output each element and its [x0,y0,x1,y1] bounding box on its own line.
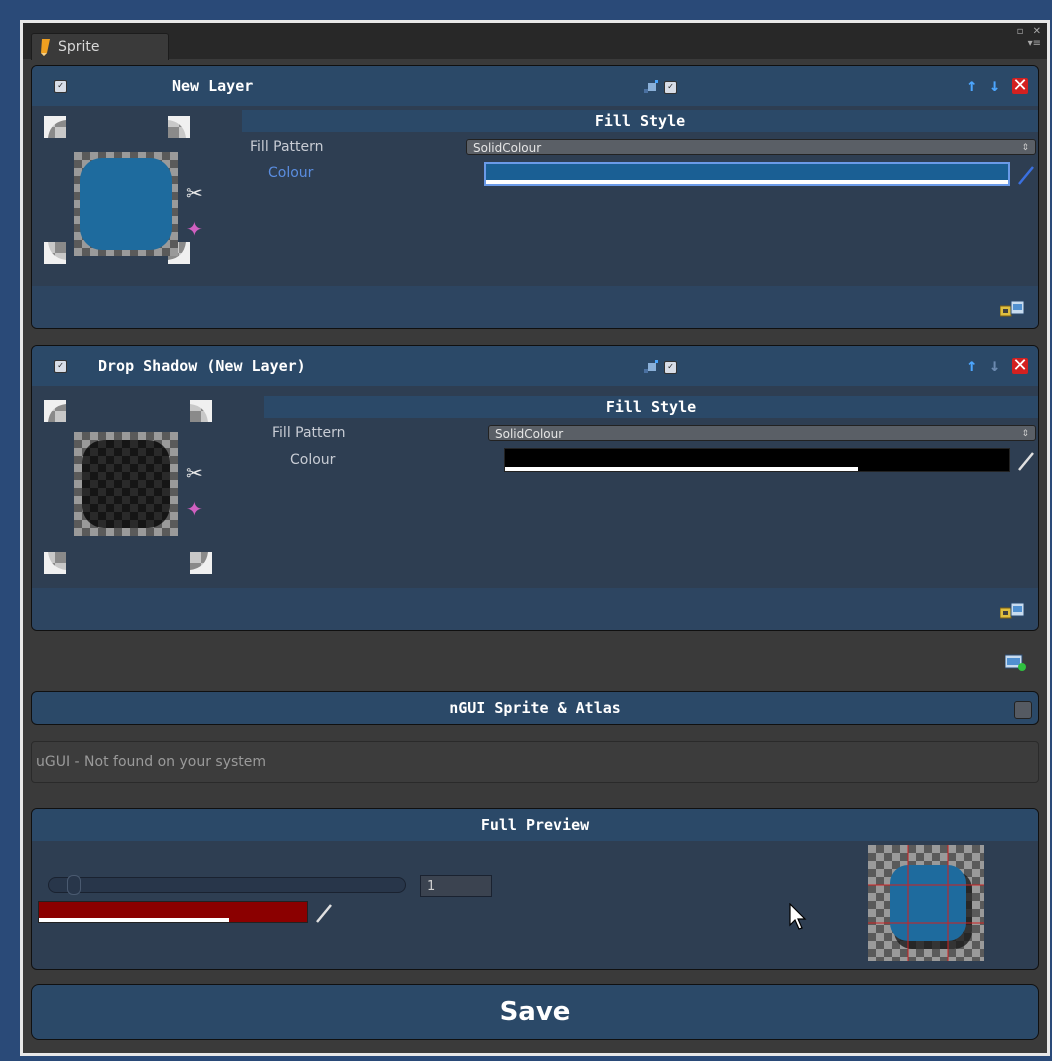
layer-content: ✂ ✦ Fill Style Fill Pattern SolidColour … [32,106,1038,286]
export-layer-icon[interactable] [1000,602,1024,620]
layer-transform-icon[interactable] [642,359,660,375]
layer-name: New Layer [172,77,254,95]
close-icon[interactable]: ✕ [1033,27,1041,37]
tab-title: Sprite [58,39,100,55]
layer-content: ✂ ✦ Fill Style Fill Pattern SolidColour … [32,386,1038,588]
ugui-message-bar: uGUI - Not found on your system [31,741,1039,783]
layer-preview [74,152,178,256]
ngui-enable-checkbox[interactable] [1014,701,1032,719]
preview-scale-input[interactable]: 1 [420,875,492,897]
move-up-icon[interactable]: ↑ [966,77,977,95]
edit-tools-icon[interactable]: ✂ [186,462,208,484]
fill-pattern-dropdown[interactable]: SolidColour ⇕ [466,139,1036,155]
colour-alpha-bar [505,467,858,471]
pencil-icon [41,39,50,56]
corner-top-right-icon[interactable] [168,116,190,138]
fill-pattern-label: Fill Pattern [250,139,324,155]
layer-preview [74,432,178,536]
colour-label: Colour [268,165,314,181]
ngui-title: nGUI Sprite & Atlas [449,699,621,717]
mouse-cursor-icon [789,903,807,930]
window-titlebar: Sprite ▫ ✕ ▾≡ [23,23,1047,60]
layer-visibility-toggle: ✓ [642,79,677,99]
preview-background-alpha-bar [39,918,230,922]
add-layer-icon[interactable] [1005,653,1027,671]
corner-top-left-icon[interactable] [44,116,66,138]
sprite-editor-window: Sprite ▫ ✕ ▾≡ ✓ New Layer ✓ ↑ ↓ ✕ ✂ ✦ Fi… [20,20,1050,1056]
preview-background-colour[interactable] [38,901,308,923]
fill-pattern-label: Fill Pattern [272,425,346,441]
colour-label: Colour [290,452,336,468]
export-layer-icon[interactable] [1000,300,1024,318]
corner-top-left-icon[interactable] [44,400,66,422]
preview-scale-slider[interactable] [48,875,406,895]
layer-enabled-checkbox[interactable]: ✓ [54,360,67,373]
move-down-icon[interactable]: ↓ [989,77,1000,95]
edit-tools-icon[interactable]: ✂ [186,182,208,204]
layer-transform-icon[interactable] [642,79,660,95]
save-button[interactable]: Save [31,984,1039,1040]
layer-panel: ✓ New Layer ✓ ↑ ↓ ✕ ✂ ✦ Fill Style Fill … [31,65,1039,329]
fill-style-header: Fill Style [242,110,1038,132]
move-up-icon[interactable]: ↑ [966,357,977,375]
full-preview-header: Full Preview [32,809,1038,841]
colour-field[interactable] [484,162,1010,186]
corner-top-right-icon[interactable] [190,400,212,422]
layer-footer [32,588,1038,630]
layer-visibility-toggle: ✓ [642,359,677,379]
ngui-section-header[interactable]: nGUI Sprite & Atlas [31,691,1039,725]
window-controls: ▫ ✕ ▾≡ [1011,27,1041,49]
eyedropper-icon[interactable] [1016,164,1036,186]
layer-transform-checkbox[interactable]: ✓ [664,81,677,94]
delete-layer-icon[interactable]: ✕ [1012,357,1028,375]
menu-icon[interactable]: ▾≡ [1028,39,1041,49]
corner-bottom-left-icon[interactable] [44,552,66,574]
fill-pattern-value: SolidColour [495,427,564,441]
full-preview-title: Full Preview [480,816,590,834]
fill-style-header: Fill Style [264,396,1038,418]
fill-pattern-value: SolidColour [473,141,542,155]
layer-panel: ✓ Drop Shadow (New Layer) ✓ ↑ ↓ ✕ ✂ ✦ Fi… [31,345,1039,631]
full-preview-image [868,845,984,961]
eyedropper-icon[interactable] [1016,450,1036,472]
move-down-icon[interactable]: ↓ [989,357,1000,375]
dropdown-caret-icon: ⇕ [1021,143,1029,153]
slider-thumb[interactable] [67,875,81,895]
delete-layer-icon[interactable]: ✕ [1012,77,1028,95]
layer-enabled-checkbox[interactable]: ✓ [54,80,67,93]
eyedropper-icon[interactable] [314,902,334,924]
layer-name: Drop Shadow (New Layer) [98,357,306,375]
magic-wand-icon[interactable]: ✦ [186,498,208,520]
magic-wand-icon[interactable]: ✦ [186,218,208,240]
ugui-message: uGUI - Not found on your system [36,754,267,770]
layer-header: ✓ Drop Shadow (New Layer) ✓ ↑ ↓ ✕ [32,346,1038,386]
fill-pattern-dropdown[interactable]: SolidColour ⇕ [488,425,1036,441]
layer-header: ✓ New Layer ✓ ↑ ↓ ✕ [32,66,1038,106]
dropdown-caret-icon: ⇕ [1021,429,1029,439]
layer-footer [32,286,1038,328]
full-preview-panel: Full Preview 1 [31,808,1039,970]
colour-alpha-bar [486,180,1008,184]
corner-bottom-left-icon[interactable] [44,242,66,264]
layer-order-controls: ↑ ↓ ✕ [963,357,1028,376]
maximize-icon[interactable]: ▫ [1017,27,1024,37]
colour-field[interactable] [504,448,1010,472]
tab-sprite[interactable]: Sprite [31,33,169,60]
layer-transform-checkbox[interactable]: ✓ [664,361,677,374]
corner-bottom-right-icon[interactable] [190,552,212,574]
layer-order-controls: ↑ ↓ ✕ [963,77,1028,96]
